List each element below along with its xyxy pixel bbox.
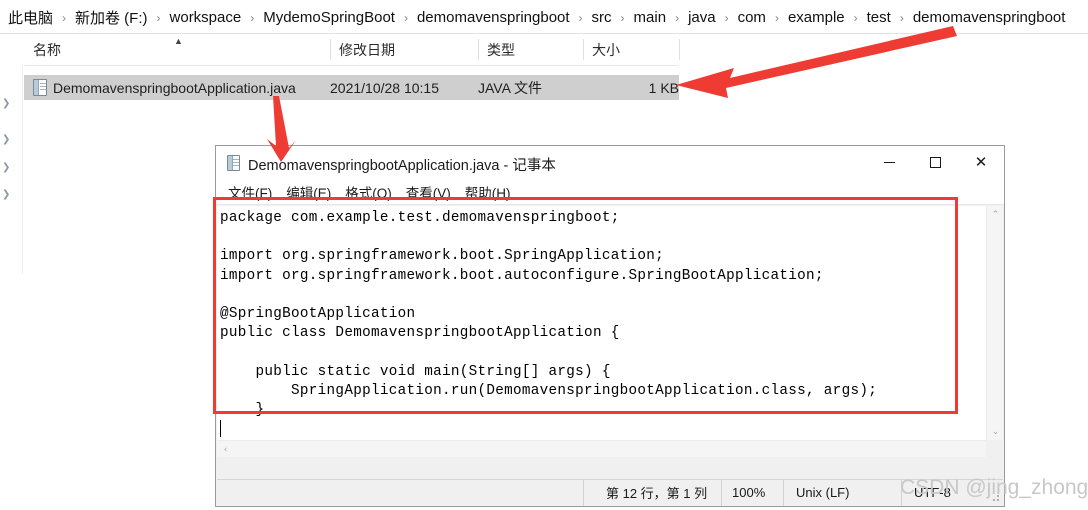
breadcrumb-separator-icon: › (724, 11, 729, 25)
breadcrumb[interactable]: 此电脑 › 新加卷 (F:) › workspace › MydemoSpringBoot ›… (0, 0, 1088, 34)
scrollbar-corner (986, 440, 1003, 457)
breadcrumb-separator-icon: › (774, 11, 779, 25)
breadcrumb-item[interactable]: main (632, 9, 669, 26)
tree-expand-chevron-icon[interactable]: ❯ (2, 163, 11, 173)
header-bottom-border (24, 65, 679, 66)
java-text-file-icon (33, 79, 47, 96)
maximize-icon (929, 156, 941, 168)
column-divider[interactable] (679, 39, 680, 60)
breadcrumb-separator-icon: › (156, 11, 161, 25)
navigation-pane-divider (22, 34, 23, 274)
screenshot-root: 此电脑 › 新加卷 (F:) › workspace › MydemoSpringBoot ›… (0, 0, 1088, 510)
breadcrumb-item[interactable]: 此电脑 (6, 7, 55, 28)
breadcrumb-item[interactable]: test (865, 9, 893, 26)
breadcrumb-separator-icon: › (853, 11, 858, 25)
breadcrumb-separator-icon: › (899, 11, 904, 25)
maximize-button[interactable] (912, 146, 958, 178)
breadcrumb-item[interactable]: example (786, 9, 847, 26)
scroll-down-icon[interactable]: ⌄ (987, 423, 1004, 440)
breadcrumb-item[interactable]: demomavenspringboot (415, 9, 572, 26)
tree-expand-chevron-icon[interactable]: ❯ (2, 135, 11, 145)
column-header-size[interactable]: 大小 (583, 34, 679, 65)
close-icon: ✕ (974, 152, 988, 171)
minimize-icon (883, 161, 895, 163)
breadcrumb-separator-icon: › (675, 11, 680, 25)
file-type-cell: JAVA 文件 (478, 79, 543, 96)
sort-ascending-icon: ▲ (174, 36, 183, 46)
notepad-text-area-container[interactable]: package com.example.test.demomavenspring… (217, 206, 1003, 457)
notepad-title-bar[interactable]: DemomavenspringbootApplication.java - 记事… (216, 146, 1004, 180)
column-header-type[interactable]: 类型 (478, 34, 583, 65)
notepad-title-text: DemomavenspringbootApplication.java - 记事… (248, 158, 556, 174)
notepad-window[interactable]: DemomavenspringbootApplication.java - 记事… (215, 145, 1005, 507)
notepad-status-bar: 第 12 行，第 1 列 100% Unix (LF) UTF-8 (217, 479, 1003, 506)
tree-expand-chevron-icon[interactable]: ❯ (2, 190, 11, 200)
menu-item[interactable]: 格式(O) (345, 182, 392, 202)
breadcrumb-item[interactable]: java (686, 9, 718, 26)
file-size-cell: 1 KB (648, 79, 679, 96)
table-row[interactable]: DemomavenspringbootApplication.java 2021… (24, 75, 679, 100)
status-cursor-position: 第 12 行，第 1 列 (583, 479, 721, 506)
breadcrumb-separator-icon: › (250, 11, 255, 25)
file-list-header: 名称 修改日期 类型 大小 (0, 34, 1088, 65)
menu-item[interactable]: 帮助(H) (465, 182, 511, 202)
vertical-scrollbar[interactable]: ⌃ ⌄ (986, 206, 1003, 440)
breadcrumb-item[interactable]: demomavenspringboot (911, 9, 1068, 26)
horizontal-scrollbar[interactable]: ‹ (217, 440, 986, 457)
minimize-button[interactable] (866, 146, 912, 178)
breadcrumb-separator-icon: › (620, 11, 625, 25)
scroll-up-icon[interactable]: ⌃ (987, 206, 1004, 223)
breadcrumb-item[interactable]: 新加卷 (F:) (73, 7, 150, 28)
breadcrumb-separator-icon: › (403, 11, 408, 25)
menu-item[interactable]: 查看(V) (406, 182, 451, 202)
csdn-watermark: CSDN @jing_zhong (900, 476, 1088, 499)
notepad-menu-bar[interactable]: 文件(F) 编辑(E) 格式(O) 查看(V) 帮助(H) (216, 180, 1004, 205)
tree-expand-chevron-icon[interactable]: ❯ (2, 99, 11, 109)
breadcrumb-separator-icon: › (62, 11, 67, 25)
close-button[interactable]: ✕ (958, 146, 1004, 178)
breadcrumb-item[interactable]: MydemoSpringBoot (261, 9, 397, 26)
menu-item[interactable]: 文件(F) (228, 182, 272, 202)
column-header-date-modified[interactable]: 修改日期 (330, 34, 478, 65)
breadcrumb-item[interactable]: src (590, 9, 614, 26)
notepad-text-content[interactable]: package com.example.test.demomavenspring… (220, 209, 981, 437)
menu-item[interactable]: 编辑(E) (286, 182, 331, 202)
breadcrumb-item[interactable]: workspace (168, 9, 244, 26)
breadcrumb-separator-icon: › (578, 11, 583, 25)
status-zoom-level[interactable]: 100% (721, 479, 783, 506)
file-name-cell: DemomavenspringbootApplication.java (53, 79, 296, 96)
notepad-document-icon (227, 155, 240, 171)
breadcrumb-item[interactable]: com (736, 9, 768, 26)
text-caret (220, 420, 221, 437)
file-modified-cell: 2021/10/28 10:15 (330, 79, 439, 96)
status-line-ending: Unix (LF) (783, 479, 901, 506)
scroll-left-icon[interactable]: ‹ (217, 441, 234, 458)
